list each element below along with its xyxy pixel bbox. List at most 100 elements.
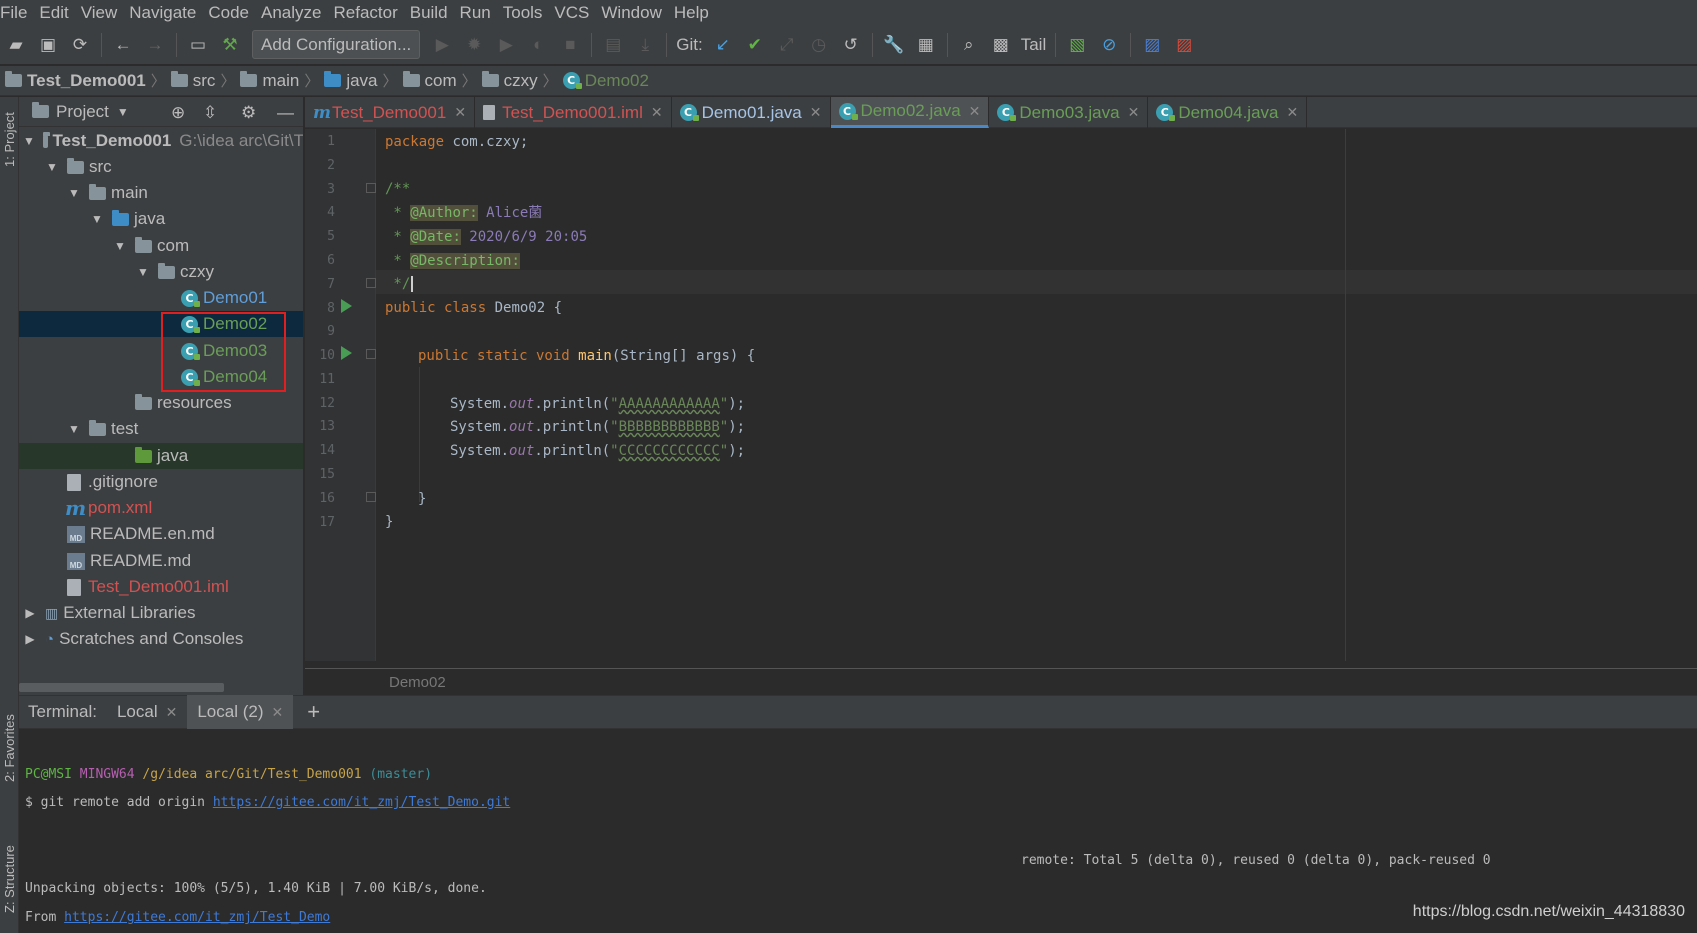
disable-icon[interactable]: ⊘	[1097, 33, 1121, 57]
tab-test-demo001-iml[interactable]: Test_Demo001.iml ✕	[475, 97, 672, 128]
tab-demo02[interactable]: C Demo02.java ✕	[830, 97, 990, 128]
translate-icon[interactable]: ▨	[1140, 33, 1164, 57]
debug-icon[interactable]: ✹	[462, 33, 486, 57]
close-icon[interactable]: ✕	[454, 104, 466, 121]
git-update-icon[interactable]: ↙	[711, 33, 735, 57]
from-url-link[interactable]: https://gitee.com/it_zmj/Test_Demo	[64, 910, 330, 925]
open-folder-icon[interactable]: ▰	[4, 33, 28, 57]
tree-node-demo01[interactable]: C Demo01	[19, 285, 303, 311]
run-icon[interactable]: ▶	[430, 33, 454, 57]
terminal-tab-local[interactable]: Local ✕	[107, 695, 187, 729]
close-icon[interactable]: ✕	[1128, 104, 1140, 121]
git-history-icon[interactable]: ◷	[807, 33, 831, 57]
chevron-down-icon[interactable]: ▼	[45, 160, 59, 174]
breadcrumb-project[interactable]: Test_Demo001	[5, 71, 146, 91]
tree-node-pom[interactable]: m pom.xml	[19, 495, 303, 521]
fold-marker-icon[interactable]	[366, 492, 376, 502]
tab-demo04[interactable]: C Demo04.java ✕	[1148, 97, 1308, 128]
statistic-icon[interactable]: ▧	[1065, 33, 1089, 57]
stop-icon[interactable]: ■	[558, 33, 582, 57]
tree-node-readme-en[interactable]: MD README.en.md	[19, 521, 303, 547]
chevron-right-icon[interactable]: ▶	[23, 632, 37, 646]
task-icon[interactable]: ▩	[989, 33, 1013, 57]
add-terminal-icon[interactable]: +	[307, 699, 320, 725]
collapse-all-icon[interactable]: ⇳	[203, 103, 217, 123]
close-icon[interactable]: ✕	[166, 704, 178, 721]
breadcrumb-main[interactable]: main	[240, 71, 299, 91]
chevron-down-icon[interactable]: ▼	[136, 265, 150, 279]
tree-node-external-libraries[interactable]: ▶ ▥ External Libraries	[19, 600, 303, 626]
tab-demo01[interactable]: C Demo01.java ✕	[672, 97, 831, 128]
menu-refactor[interactable]: Refactor	[327, 0, 403, 25]
chevron-down-icon[interactable]: ▼	[90, 212, 104, 226]
structure-tool-tab[interactable]: Z: Structure	[0, 835, 19, 923]
menu-vcs[interactable]: VCS	[548, 0, 595, 25]
menu-window[interactable]: Window	[595, 0, 667, 25]
chevron-down-icon[interactable]: ▼	[67, 422, 81, 436]
close-icon[interactable]: ✕	[969, 103, 981, 120]
close-icon[interactable]: ✕	[1286, 104, 1298, 121]
tab-test-demo001-pom[interactable]: m Test_Demo001 ✕	[305, 97, 476, 128]
run-main-icon[interactable]	[341, 346, 352, 360]
tree-node-test-java[interactable]: java	[19, 443, 303, 469]
coverage-icon[interactable]: ▶	[494, 33, 518, 57]
sync-icon[interactable]: ⟳	[68, 33, 92, 57]
back-arrow-icon[interactable]: ←	[111, 33, 135, 57]
fold-marker-icon[interactable]	[366, 278, 376, 288]
tree-node-iml[interactable]: Test_Demo001.iml	[19, 574, 303, 600]
tree-node-project-root[interactable]: ▼ Test_Demo001 G:\idea arc\Git\T	[19, 128, 303, 154]
gear-icon[interactable]: ⚙	[241, 103, 256, 123]
tree-node-test[interactable]: ▼ test	[19, 416, 303, 442]
tree-node-src[interactable]: ▼ src	[19, 154, 303, 180]
search-icon[interactable]: ⌕	[957, 33, 981, 57]
git-commit-icon[interactable]: ✔	[743, 33, 767, 57]
git-rollback-icon[interactable]: ↺	[839, 33, 863, 57]
project-structure-icon[interactable]: ▦	[914, 33, 938, 57]
tree-node-resources[interactable]: resources	[19, 390, 303, 416]
tree-node-main[interactable]: ▼ main	[19, 180, 303, 206]
hide-panel-icon[interactable]: —	[277, 103, 294, 123]
tab-demo03[interactable]: C Demo03.java ✕	[989, 97, 1149, 128]
menu-view[interactable]: View	[75, 0, 124, 25]
tree-node-readme[interactable]: MD README.md	[19, 548, 303, 574]
chevron-down-icon[interactable]: ▼	[117, 105, 129, 119]
profile-icon[interactable]: ◐	[526, 33, 550, 57]
tree-node-java[interactable]: ▼ java	[19, 206, 303, 232]
close-icon[interactable]: ✕	[651, 104, 663, 121]
terminal-tab-local-2[interactable]: Local (2) ✕	[187, 695, 294, 729]
fold-marker-icon[interactable]	[366, 183, 376, 193]
chevron-down-icon[interactable]: ▼	[67, 186, 81, 200]
chevron-down-icon[interactable]: ▼	[23, 134, 35, 148]
translate-alt-icon[interactable]: ▨	[1172, 33, 1196, 57]
tree-node-scratches[interactable]: ▶ ◔ Scratches and Consoles	[19, 626, 303, 652]
breadcrumb-java[interactable]: java	[324, 71, 378, 91]
chevron-right-icon[interactable]: ▶	[23, 606, 37, 620]
chevron-down-icon[interactable]: ▼	[113, 239, 127, 253]
build-hammer-icon[interactable]: ⚒	[218, 33, 242, 57]
breadcrumb-com[interactable]: com	[402, 71, 457, 91]
tail-button[interactable]: Tail	[1021, 35, 1047, 55]
horizontal-scrollbar[interactable]	[19, 683, 224, 692]
breadcrumb-czxy[interactable]: czxy	[481, 71, 538, 91]
breadcrumb-demo02[interactable]: C Demo02	[562, 71, 649, 91]
git-push-icon[interactable]: ⤢	[775, 33, 799, 57]
breadcrumb-src[interactable]: src	[170, 71, 215, 91]
project-view-selector[interactable]: Project	[56, 102, 109, 122]
menu-run[interactable]: Run	[454, 0, 497, 25]
tree-node-czxy[interactable]: ▼ czxy	[19, 259, 303, 285]
settings-wrench-icon[interactable]: 🔧	[882, 33, 906, 57]
tree-node-com[interactable]: ▼ com	[19, 233, 303, 259]
editor-crumb-class[interactable]: Demo02	[389, 674, 446, 691]
repo-url-link[interactable]: https://gitee.com/it_zmj/Test_Demo.git	[213, 795, 510, 810]
menu-navigate[interactable]: Navigate	[123, 0, 202, 25]
close-icon[interactable]: ✕	[810, 104, 822, 121]
fold-marker-icon[interactable]	[366, 349, 376, 359]
tree-node-gitignore[interactable]: .gitignore	[19, 469, 303, 495]
menu-analyze[interactable]: Analyze	[255, 0, 327, 25]
download-icon[interactable]: ⤓	[633, 33, 657, 57]
menu-code[interactable]: Code	[202, 0, 255, 25]
project-tool-tab[interactable]: 1: Project	[0, 105, 19, 175]
favorites-tool-tab[interactable]: 2: Favorites	[0, 709, 19, 787]
add-configuration-button[interactable]: Add Configuration...	[252, 30, 421, 59]
menu-help[interactable]: Help	[668, 0, 715, 25]
